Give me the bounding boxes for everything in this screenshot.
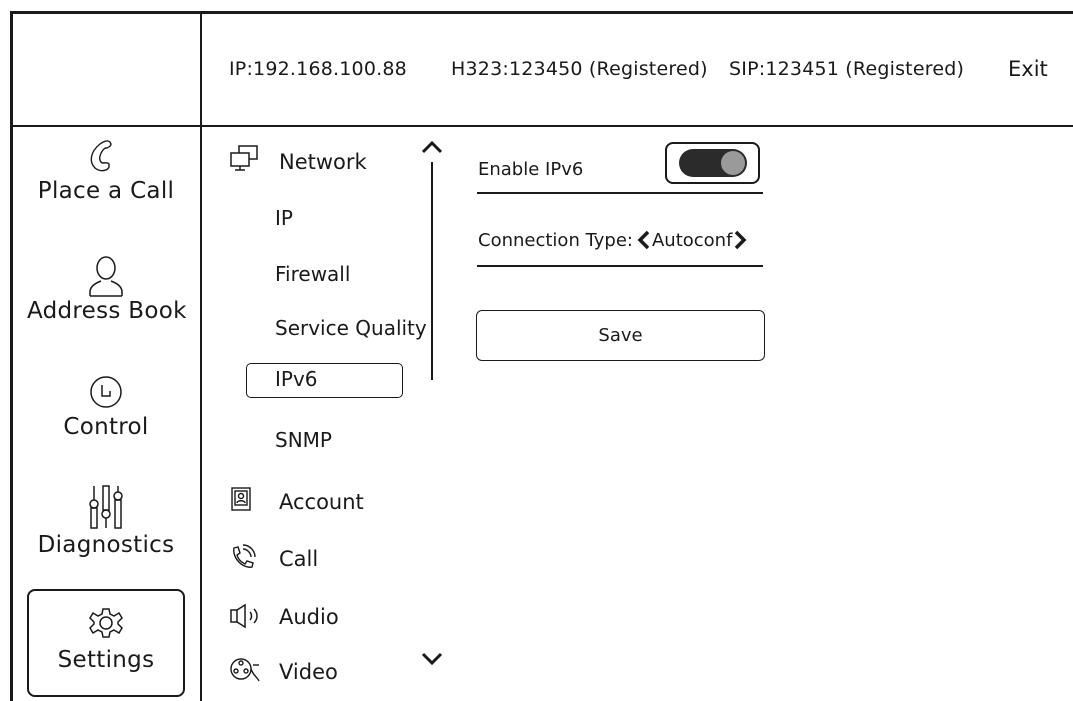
enable-ipv6-label: Enable IPv6: [478, 159, 584, 180]
speaker-icon: [230, 603, 258, 629]
call-icon: [233, 544, 256, 568]
tree-item-ipv6[interactable]: IPv6: [275, 367, 318, 391]
phone-icon: [90, 140, 112, 172]
save-button[interactable]: Save: [476, 310, 765, 361]
tree-item-service-quality[interactable]: Service Quality: [275, 316, 427, 340]
connection-type-underline: [477, 265, 763, 267]
header-divider: [10, 125, 1073, 127]
nav-diagnostics[interactable]: Diagnostics: [27, 484, 185, 558]
exit-button[interactable]: Exit: [1008, 57, 1048, 81]
frame-left-border: [10, 11, 13, 701]
nav-settings[interactable]: Settings: [27, 589, 185, 697]
gear-icon: [89, 608, 123, 638]
nav-control[interactable]: Control: [27, 370, 185, 440]
toggle-track: [679, 149, 747, 177]
network-icon: [230, 145, 258, 171]
toggle-knob: [721, 151, 745, 175]
chevron-right-icon[interactable]: [732, 229, 748, 251]
connection-type-value: Autoconf: [651, 229, 733, 251]
person-icon: [89, 256, 123, 297]
video-reel-icon: [230, 658, 260, 682]
tree-scrollbar[interactable]: [431, 162, 433, 380]
nav-label-settings: Settings: [57, 647, 155, 673]
chevron-left-icon[interactable]: [636, 229, 652, 251]
connection-type-row: Connection Type: Autoconf: [478, 229, 748, 251]
tree-video[interactable]: Video: [279, 660, 338, 684]
frame-top-border: [10, 11, 1073, 14]
sidebar-divider: [200, 11, 202, 701]
scroll-down-icon[interactable]: [421, 652, 443, 666]
nav-label-place-a-call: Place a Call: [37, 178, 175, 204]
ip-status: IP:192.168.100.88: [229, 58, 407, 80]
sip-status: SIP:123451 (Registered): [729, 58, 965, 80]
tree-selected-highlight[interactable]: [246, 363, 403, 398]
nav-label-address-book: Address Book: [27, 298, 187, 324]
enable-ipv6-toggle[interactable]: [665, 142, 760, 184]
tree-item-ip[interactable]: IP: [275, 206, 293, 230]
sliders-icon: [89, 485, 123, 529]
nav-label-control: Control: [63, 414, 149, 440]
scroll-up-icon[interactable]: [421, 140, 443, 154]
tree-network[interactable]: Network: [279, 150, 367, 174]
h323-status: H323:123450 (Registered): [451, 58, 708, 80]
nav-place-a-call[interactable]: Place a Call: [27, 136, 185, 204]
connection-type-label: Connection Type:: [478, 229, 633, 251]
tree-item-snmp[interactable]: SNMP: [275, 428, 332, 452]
tree-call[interactable]: Call: [279, 547, 318, 571]
tree-account[interactable]: Account: [279, 490, 364, 514]
clock-icon: [90, 376, 122, 408]
nav-address-book[interactable]: Address Book: [27, 252, 187, 324]
nav-label-diagnostics: Diagnostics: [37, 532, 175, 558]
tree-item-firewall[interactable]: Firewall: [275, 262, 350, 286]
enable-ipv6-underline: [477, 192, 763, 194]
account-icon: [231, 487, 251, 511]
tree-audio[interactable]: Audio: [279, 605, 339, 629]
